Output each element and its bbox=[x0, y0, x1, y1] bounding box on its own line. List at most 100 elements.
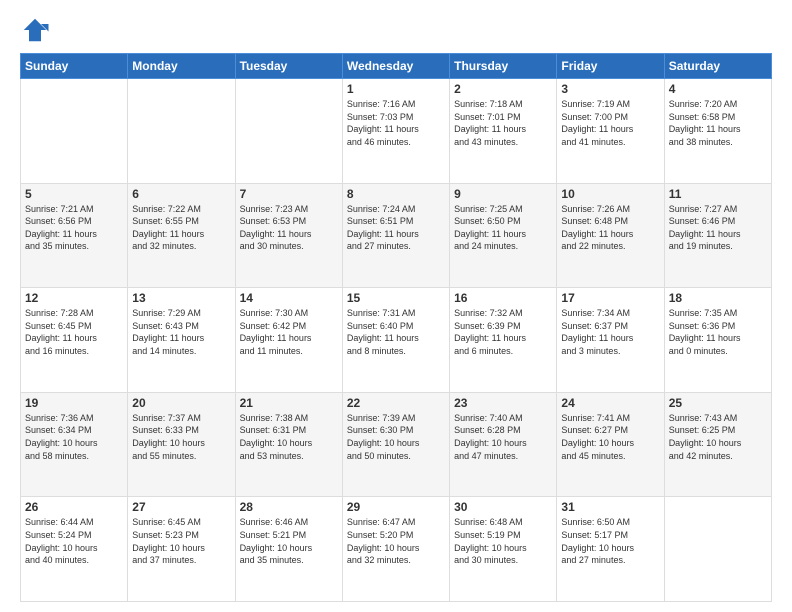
day-number: 27 bbox=[132, 500, 230, 514]
day-cell: 3 Sunrise: 7:19 AMSunset: 7:00 PMDaylight… bbox=[557, 79, 664, 184]
day-info: Sunrise: 6:50 AMSunset: 5:17 PMDaylight:… bbox=[561, 516, 659, 566]
weekday-header-wednesday: Wednesday bbox=[342, 54, 449, 79]
weekday-header-tuesday: Tuesday bbox=[235, 54, 342, 79]
day-number: 22 bbox=[347, 396, 445, 410]
day-number: 25 bbox=[669, 396, 767, 410]
day-info: Sunrise: 7:24 AMSunset: 6:51 PMDaylight:… bbox=[347, 203, 445, 253]
day-cell: 14Sunrise: 7:30 AMSunset: 6:42 PMDayligh… bbox=[235, 288, 342, 393]
weekday-header-thursday: Thursday bbox=[450, 54, 557, 79]
day-info: Sunrise: 6:44 AMSunset: 5:24 PMDaylight:… bbox=[25, 516, 123, 566]
weekday-header-friday: Friday bbox=[557, 54, 664, 79]
day-cell: 10Sunrise: 7:26 AMSunset: 6:48 PMDayligh… bbox=[557, 183, 664, 288]
day-info: Sunrise: 7:29 AMSunset: 6:43 PMDaylight:… bbox=[132, 307, 230, 357]
day-info: Sunrise: 6:45 AMSunset: 5:23 PMDaylight:… bbox=[132, 516, 230, 566]
day-cell: 22 Sunrise: 7:39 AMSunset: 6:30 PMDayligh… bbox=[342, 392, 449, 497]
day-info: Sunrise: 7:18 AMSunset: 7:01 PMDaylight:… bbox=[454, 98, 552, 148]
day-cell: 26 Sunrise: 6:44 AMSunset: 5:24 PMDayligh… bbox=[21, 497, 128, 602]
day-info: Sunrise: 7:40 AMSunset: 6:28 PMDaylight:… bbox=[454, 412, 552, 462]
day-info: Sunrise: 7:34 AMSunset: 6:37 PMDaylight:… bbox=[561, 307, 659, 357]
day-number: 31 bbox=[561, 500, 659, 514]
day-number: 3 bbox=[561, 82, 659, 96]
day-cell: 24 Sunrise: 7:41 AMSunset: 6:27 PMDayligh… bbox=[557, 392, 664, 497]
day-cell: 7 Sunrise: 7:23 AMSunset: 6:53 PMDaylight… bbox=[235, 183, 342, 288]
day-number: 20 bbox=[132, 396, 230, 410]
day-info: Sunrise: 7:31 AMSunset: 6:40 PMDaylight:… bbox=[347, 307, 445, 357]
day-cell: 23 Sunrise: 7:40 AMSunset: 6:28 PMDayligh… bbox=[450, 392, 557, 497]
day-number: 30 bbox=[454, 500, 552, 514]
day-info: Sunrise: 7:16 AMSunset: 7:03 PMDaylight:… bbox=[347, 98, 445, 148]
day-number: 5 bbox=[25, 187, 123, 201]
day-number: 24 bbox=[561, 396, 659, 410]
day-number: 21 bbox=[240, 396, 338, 410]
day-number: 8 bbox=[347, 187, 445, 201]
day-cell: 28 Sunrise: 6:46 AMSunset: 5:21 PMDayligh… bbox=[235, 497, 342, 602]
day-cell: 31 Sunrise: 6:50 AMSunset: 5:17 PMDayligh… bbox=[557, 497, 664, 602]
day-cell: 29 Sunrise: 6:47 AMSunset: 5:20 PMDayligh… bbox=[342, 497, 449, 602]
weekday-header-row: SundayMondayTuesdayWednesdayThursdayFrid… bbox=[21, 54, 772, 79]
day-info: Sunrise: 7:43 AMSunset: 6:25 PMDaylight:… bbox=[669, 412, 767, 462]
day-cell: 13 Sunrise: 7:29 AMSunset: 6:43 PMDayligh… bbox=[128, 288, 235, 393]
day-cell bbox=[235, 79, 342, 184]
header bbox=[20, 15, 772, 45]
day-number: 13 bbox=[132, 291, 230, 305]
day-cell: 12 Sunrise: 7:28 AMSunset: 6:45 PMDayligh… bbox=[21, 288, 128, 393]
day-info: Sunrise: 7:41 AMSunset: 6:27 PMDaylight:… bbox=[561, 412, 659, 462]
week-row-2: 5Sunrise: 7:21 AMSunset: 6:56 PMDaylight… bbox=[21, 183, 772, 288]
day-info: Sunrise: 6:47 AMSunset: 5:20 PMDaylight:… bbox=[347, 516, 445, 566]
week-row-5: 26 Sunrise: 6:44 AMSunset: 5:24 PMDayligh… bbox=[21, 497, 772, 602]
day-cell bbox=[128, 79, 235, 184]
week-row-1: 1 Sunrise: 7:16 AMSunset: 7:03 PMDaylight… bbox=[21, 79, 772, 184]
day-number: 17 bbox=[561, 291, 659, 305]
day-info: Sunrise: 7:23 AMSunset: 6:53 PMDaylight:… bbox=[240, 203, 338, 253]
day-cell: 17 Sunrise: 7:34 AMSunset: 6:37 PMDayligh… bbox=[557, 288, 664, 393]
day-cell: 15Sunrise: 7:31 AMSunset: 6:40 PMDayligh… bbox=[342, 288, 449, 393]
day-number: 16 bbox=[454, 291, 552, 305]
day-number: 19 bbox=[25, 396, 123, 410]
day-cell bbox=[664, 497, 771, 602]
day-number: 12 bbox=[25, 291, 123, 305]
day-info: Sunrise: 6:46 AMSunset: 5:21 PMDaylight:… bbox=[240, 516, 338, 566]
weekday-header-saturday: Saturday bbox=[664, 54, 771, 79]
day-cell: 8 Sunrise: 7:24 AMSunset: 6:51 PMDaylight… bbox=[342, 183, 449, 288]
weekday-header-monday: Monday bbox=[128, 54, 235, 79]
day-cell: 16 Sunrise: 7:32 AMSunset: 6:39 PMDayligh… bbox=[450, 288, 557, 393]
page: SundayMondayTuesdayWednesdayThursdayFrid… bbox=[0, 0, 792, 612]
day-number: 4 bbox=[669, 82, 767, 96]
weekday-header-sunday: Sunday bbox=[21, 54, 128, 79]
day-cell: 9Sunrise: 7:25 AMSunset: 6:50 PMDaylight… bbox=[450, 183, 557, 288]
day-cell: 19Sunrise: 7:36 AMSunset: 6:34 PMDayligh… bbox=[21, 392, 128, 497]
day-number: 29 bbox=[347, 500, 445, 514]
calendar-table: SundayMondayTuesdayWednesdayThursdayFrid… bbox=[20, 53, 772, 602]
day-cell: 20Sunrise: 7:37 AMSunset: 6:33 PMDayligh… bbox=[128, 392, 235, 497]
day-cell: 11Sunrise: 7:27 AMSunset: 6:46 PMDayligh… bbox=[664, 183, 771, 288]
day-info: Sunrise: 7:22 AMSunset: 6:55 PMDaylight:… bbox=[132, 203, 230, 253]
day-number: 14 bbox=[240, 291, 338, 305]
day-info: Sunrise: 7:32 AMSunset: 6:39 PMDaylight:… bbox=[454, 307, 552, 357]
day-number: 28 bbox=[240, 500, 338, 514]
day-cell: 25 Sunrise: 7:43 AMSunset: 6:25 PMDayligh… bbox=[664, 392, 771, 497]
day-cell: 1 Sunrise: 7:16 AMSunset: 7:03 PMDaylight… bbox=[342, 79, 449, 184]
day-cell: 18Sunrise: 7:35 AMSunset: 6:36 PMDayligh… bbox=[664, 288, 771, 393]
day-number: 26 bbox=[25, 500, 123, 514]
day-cell bbox=[21, 79, 128, 184]
day-number: 2 bbox=[454, 82, 552, 96]
day-cell: 2 Sunrise: 7:18 AMSunset: 7:01 PMDaylight… bbox=[450, 79, 557, 184]
day-cell: 5Sunrise: 7:21 AMSunset: 6:56 PMDaylight… bbox=[21, 183, 128, 288]
day-number: 11 bbox=[669, 187, 767, 201]
day-info: Sunrise: 6:48 AMSunset: 5:19 PMDaylight:… bbox=[454, 516, 552, 566]
day-info: Sunrise: 7:28 AMSunset: 6:45 PMDaylight:… bbox=[25, 307, 123, 357]
day-info: Sunrise: 7:38 AMSunset: 6:31 PMDaylight:… bbox=[240, 412, 338, 462]
day-info: Sunrise: 7:19 AMSunset: 7:00 PMDaylight:… bbox=[561, 98, 659, 148]
day-number: 10 bbox=[561, 187, 659, 201]
day-info: Sunrise: 7:20 AMSunset: 6:58 PMDaylight:… bbox=[669, 98, 767, 148]
day-cell: 27 Sunrise: 6:45 AMSunset: 5:23 PMDayligh… bbox=[128, 497, 235, 602]
day-number: 7 bbox=[240, 187, 338, 201]
week-row-3: 12 Sunrise: 7:28 AMSunset: 6:45 PMDayligh… bbox=[21, 288, 772, 393]
day-info: Sunrise: 7:39 AMSunset: 6:30 PMDaylight:… bbox=[347, 412, 445, 462]
day-number: 18 bbox=[669, 291, 767, 305]
day-number: 1 bbox=[347, 82, 445, 96]
day-cell: 4 Sunrise: 7:20 AMSunset: 6:58 PMDaylight… bbox=[664, 79, 771, 184]
day-info: Sunrise: 7:25 AMSunset: 6:50 PMDaylight:… bbox=[454, 203, 552, 253]
day-number: 23 bbox=[454, 396, 552, 410]
week-row-4: 19Sunrise: 7:36 AMSunset: 6:34 PMDayligh… bbox=[21, 392, 772, 497]
